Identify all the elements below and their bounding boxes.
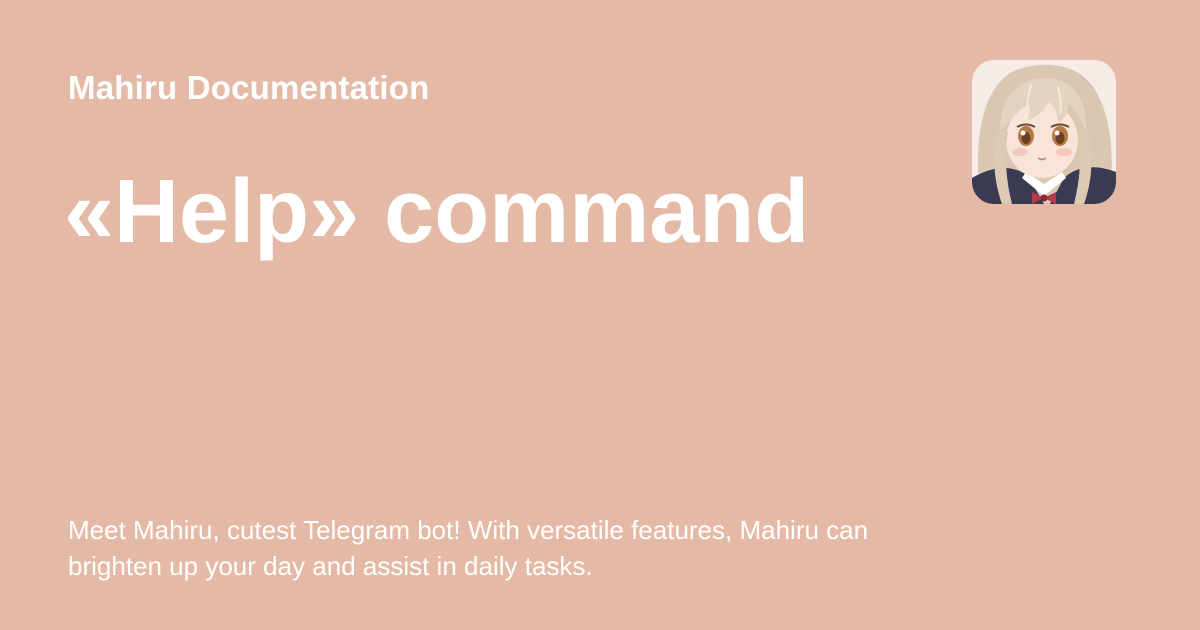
page-description: Meet Mahiru, cutest Telegram bot! With v… xyxy=(68,515,869,581)
site-name: Mahiru Documentation xyxy=(68,69,430,106)
avatar xyxy=(972,60,1116,204)
social-preview-card: Mahiru Documentation «Help» command Meet… xyxy=(0,0,1200,630)
page-title: «Help» command xyxy=(64,162,810,262)
anime-girl-avatar-icon xyxy=(972,60,1116,204)
